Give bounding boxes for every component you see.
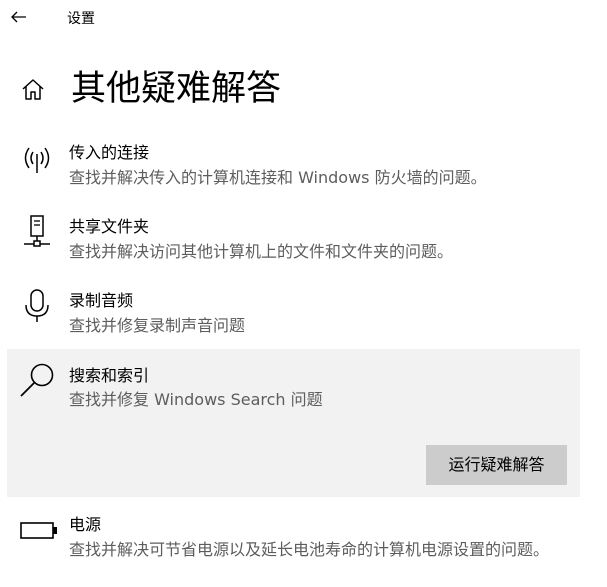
- item-description: 查找并修复 Windows Search 问题: [69, 390, 323, 409]
- item-description: 查找并解决可节省电源以及延长电池寿命的计算机电源设置的问题。: [69, 540, 550, 559]
- item-title: 电源: [69, 515, 102, 534]
- troubleshooter-power[interactable]: 电源 查找并解决可节省电源以及延长电池寿命的计算机电源设置的问题。: [7, 504, 580, 587]
- troubleshooter-recording-audio[interactable]: 录制音频 查找并修复录制声音问题: [7, 280, 580, 342]
- item-description: 查找并解决传入的计算机连接和 Windows 防火墙的问题。: [69, 168, 487, 187]
- title-bar: 设置: [0, 0, 607, 38]
- page-title: 其他疑难解答: [71, 69, 282, 109]
- item-description: 查找并解决访问其他计算机上的文件和文件夹的问题。: [69, 242, 454, 261]
- item-title: 搜索和索引: [69, 366, 150, 385]
- microphone-icon: [19, 288, 55, 324]
- back-button[interactable]: [8, 6, 30, 28]
- run-troubleshooter-button[interactable]: 运行疑难解答: [426, 445, 567, 485]
- item-description: 查找并修复录制声音问题: [69, 316, 246, 335]
- item-title: 录制音频: [69, 291, 134, 310]
- home-button[interactable]: [20, 76, 46, 102]
- troubleshooter-search-indexing[interactable]: 搜索和索引 查找并修复 Windows Search 问题 运行疑难解答: [7, 349, 580, 497]
- network-server-icon: [19, 214, 55, 250]
- troubleshooter-incoming-connections[interactable]: 传入的连接 查找并解决传入的计算机连接和 Windows 防火墙的问题。: [7, 132, 580, 194]
- app-title: 设置: [67, 11, 95, 27]
- item-title: 传入的连接: [69, 143, 150, 162]
- home-icon: [22, 79, 44, 100]
- battery-icon: [19, 512, 59, 548]
- troubleshooter-shared-folders[interactable]: 共享文件夹 查找并解决访问其他计算机上的文件和文件夹的问题。: [7, 206, 580, 268]
- wireless-antenna-icon: [19, 140, 55, 176]
- item-title: 共享文件夹: [69, 217, 150, 236]
- page-header: 其他疑难解答: [0, 60, 607, 120]
- back-arrow-icon: [11, 11, 26, 23]
- search-icon: [19, 361, 55, 397]
